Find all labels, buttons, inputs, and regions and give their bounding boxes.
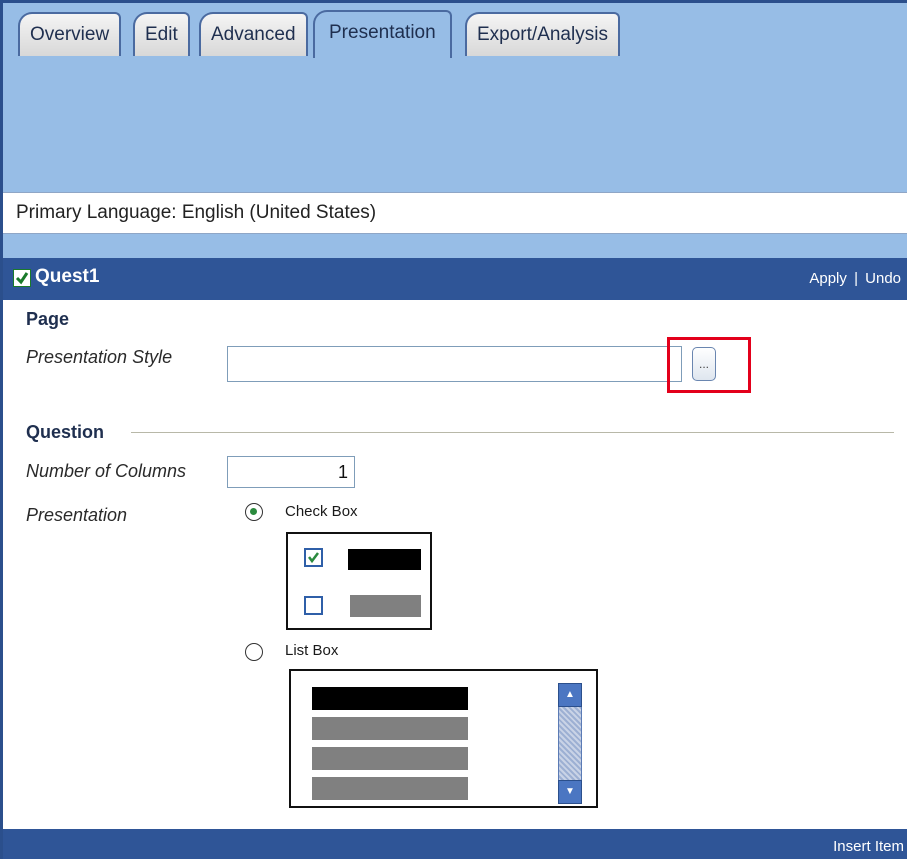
tab-presentation[interactable]: Presentation — [313, 10, 452, 58]
preview-item — [350, 595, 421, 617]
list-box-option-label: List Box — [285, 642, 339, 659]
panel-footer: Insert Item — [3, 829, 907, 859]
scroll-down-icon: ▼ — [558, 780, 582, 804]
panel-actions: Apply | Undo — [809, 270, 901, 287]
list-box-preview: ▲ ▼ — [289, 669, 598, 808]
top-border — [3, 0, 907, 3]
insert-item-link[interactable]: Insert Item — [833, 838, 904, 855]
list-preview-item — [312, 717, 468, 740]
question-divider — [131, 432, 894, 433]
question-heading: Question — [26, 422, 105, 442]
radio-check-box[interactable] — [245, 503, 263, 521]
tab-edit[interactable]: Edit — [133, 12, 190, 56]
list-preview-item — [312, 747, 468, 770]
page-heading: Page — [26, 309, 70, 329]
properties-panel: Page Presentation Style ... Question Num… — [3, 300, 907, 829]
scroll-up-icon: ▲ — [558, 683, 582, 707]
panel-header: Quest1 Apply | Undo — [3, 258, 907, 300]
number-of-columns-input[interactable]: 1 — [227, 456, 355, 488]
tab-overview[interactable]: Overview — [18, 12, 122, 56]
check-box-preview — [286, 532, 432, 630]
undo-link[interactable]: Undo — [865, 270, 901, 287]
highlight-box — [667, 337, 751, 393]
tab-export-analysis[interactable]: Export/Analysis — [465, 12, 620, 56]
tab-advanced[interactable]: Advanced — [199, 12, 308, 56]
preview-checkbox-empty — [304, 596, 323, 615]
radio-list-box[interactable] — [245, 643, 263, 661]
primary-language-bar: Primary Language: English (United States… — [3, 192, 907, 234]
number-of-columns-label: Number of Columns — [26, 461, 187, 481]
check-box-option-label: Check Box — [285, 503, 358, 520]
panel-title: Quest1 — [35, 266, 100, 287]
presentation-style-label: Presentation Style — [26, 347, 173, 367]
checkbox-checked-icon[interactable] — [13, 269, 31, 287]
actions-separator: | — [854, 270, 858, 287]
preview-checkbox-checked — [304, 548, 323, 567]
list-preview-item — [312, 777, 468, 800]
preview-item-selected — [348, 549, 421, 570]
list-preview-item-selected — [312, 687, 468, 710]
apply-link[interactable]: Apply — [809, 270, 847, 287]
presentation-style-input[interactable] — [227, 346, 682, 382]
presentation-label: Presentation — [26, 505, 128, 525]
